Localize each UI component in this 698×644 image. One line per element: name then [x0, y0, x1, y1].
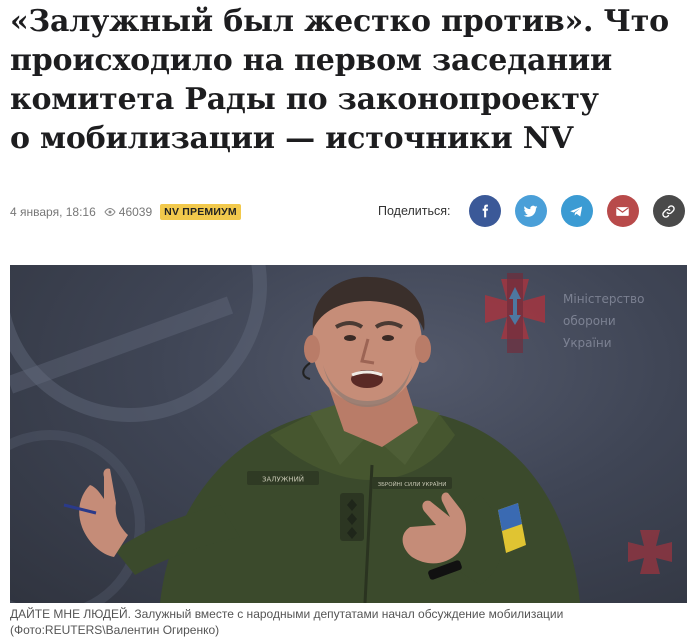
title-line-1: «Залужный был жестко против». Что — [10, 4, 669, 39]
caption-text: ДАЙТЕ МНЕ ЛЮДЕЙ. Залужный вместе с народ… — [10, 607, 564, 621]
premium-badge[interactable]: NV ПРЕМИУМ — [160, 204, 241, 220]
bg-text-1: Міністерство — [563, 292, 644, 306]
copy-link-button[interactable] — [652, 195, 685, 227]
bg-text-2: оборони — [563, 314, 616, 328]
share-bar: Поделиться: — [378, 194, 685, 228]
share-twitter-button[interactable] — [514, 195, 547, 227]
publish-date: 4 января, 18:16 — [10, 205, 96, 219]
article-photo[interactable]: Міністерство оборони України ЗАЛУЖНИЙ ЗБ… — [10, 265, 687, 603]
link-icon — [662, 204, 675, 218]
eye-icon — [104, 208, 116, 216]
view-count: 46039 — [104, 205, 152, 219]
title-line-4: о мобилизации — источники NV — [10, 121, 574, 156]
name-tag-text: ЗАЛУЖНИЙ — [262, 475, 304, 484]
share-telegram-button[interactable] — [560, 195, 593, 227]
title-line-3: комитета Рады по законопроекту — [10, 82, 599, 117]
facebook-icon — [482, 204, 488, 218]
person-figure: ЗАЛУЖНИЙ ЗБРОЙНІ СИЛИ УКРАЇНИ — [63, 276, 580, 603]
title-line-2: происходило на первом заседании — [10, 43, 613, 78]
ministry-emblem — [485, 273, 545, 353]
telegram-icon — [570, 206, 583, 216]
twitter-icon — [523, 205, 538, 217]
bg-text-3: України — [563, 336, 612, 350]
view-count-value: 46039 — [118, 205, 153, 219]
photo-credit: (Фото:REUTERS\Валентин Огиренко) — [10, 623, 220, 637]
article-meta: 4 января, 18:16 46039 NV ПРЕМИУМ — [10, 197, 241, 227]
share-label: Поделиться: — [378, 204, 451, 218]
article-title: «Залужный был жестко против». Что происх… — [10, 2, 690, 158]
share-facebook-button[interactable] — [468, 195, 501, 227]
mail-icon — [616, 206, 629, 216]
chest-patch-text: ЗБРОЙНІ СИЛИ УКРАЇНИ — [378, 481, 447, 488]
share-email-button[interactable] — [606, 195, 639, 227]
photo-illustration: Міністерство оборони України ЗАЛУЖНИЙ ЗБ… — [10, 265, 672, 603]
photo-caption: ДАЙТЕ МНЕ ЛЮДЕЙ. Залужный вместе с народ… — [10, 606, 690, 638]
